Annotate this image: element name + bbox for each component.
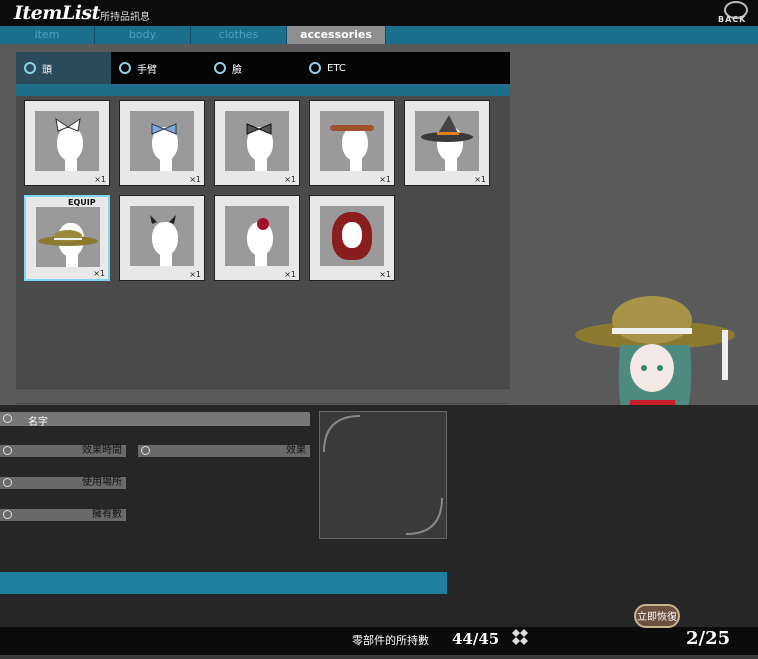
item-slot-red-hood[interactable]: ×1 xyxy=(309,195,395,281)
subtab-etc[interactable]: ETC xyxy=(301,52,396,84)
subtab-label: 臉 xyxy=(232,64,242,76)
item-slot-devil-horns[interactable]: ×1 xyxy=(119,195,205,281)
gear-icon xyxy=(24,62,36,74)
item-list-logo: ItemList xyxy=(14,2,100,24)
panel-stripe xyxy=(16,84,510,96)
item-count: ×1 xyxy=(379,270,391,279)
equipped-badge: EQUIP xyxy=(68,198,96,207)
diamond-icon xyxy=(512,629,528,645)
subtab-label: ETC xyxy=(327,62,346,74)
header-subtitle: 所持品訊息 xyxy=(100,12,150,23)
item-count: ×1 xyxy=(93,269,105,278)
red-flower-icon xyxy=(257,218,269,230)
subtab-label: 頭 xyxy=(42,64,52,76)
item-count: ×1 xyxy=(94,175,106,184)
subtab-arm[interactable]: 手臂 xyxy=(111,52,206,84)
item-slot-red-flower[interactable]: ×1 xyxy=(214,195,300,281)
gear-icon xyxy=(119,62,131,74)
parts-count-value: 44/45 xyxy=(452,630,500,648)
grid-scrollbar[interactable] xyxy=(16,388,510,403)
category-tabs: item body clothes accessories xyxy=(0,26,758,44)
tab-accessories[interactable]: accessories xyxy=(287,26,386,44)
name-bar-ornament xyxy=(0,413,22,425)
subcategory-tabs: 頭 手臂 臉 ETC xyxy=(16,52,510,84)
item-count: ×1 xyxy=(474,175,486,184)
subtab-head[interactable]: 頭 xyxy=(16,52,111,84)
name-label: 名字 xyxy=(28,417,48,428)
item-count: ×1 xyxy=(284,270,296,279)
braid-band-icon xyxy=(330,125,374,131)
footer-strip xyxy=(0,655,758,659)
spiral-icon xyxy=(3,510,12,519)
subtab-label: 手臂 xyxy=(137,64,157,76)
spiral-icon xyxy=(3,446,12,455)
subtab-face[interactable]: 臉 xyxy=(206,52,301,84)
witch-hat-icon xyxy=(421,115,473,142)
back-label: BACK xyxy=(718,15,747,24)
straw-hat-icon xyxy=(38,230,98,246)
message-bar xyxy=(0,572,447,594)
item-count: ×1 xyxy=(189,270,201,279)
tab-clothes[interactable]: clothes xyxy=(191,26,287,44)
item-slot-black-bow[interactable]: ×1 xyxy=(214,100,300,186)
item-count: ×1 xyxy=(379,175,391,184)
tab-item[interactable]: item xyxy=(0,26,95,44)
item-slot-witch-hat[interactable]: ×1 xyxy=(404,100,490,186)
spiral-icon xyxy=(3,414,12,423)
spiral-icon xyxy=(141,446,150,455)
use-place-label: 使用場所 xyxy=(0,477,126,489)
item-preview-frame xyxy=(319,411,447,539)
page-indicator: 2/25 xyxy=(686,628,731,649)
item-count: ×1 xyxy=(284,175,296,184)
item-slot-blue-bow[interactable]: ×1 xyxy=(119,100,205,186)
restore-now-button[interactable]: 立即恢復 xyxy=(634,604,680,628)
devil-horns-icon xyxy=(150,215,176,224)
parts-count-label: 零部件的所持數 xyxy=(352,634,429,647)
item-count: ×1 xyxy=(189,175,201,184)
gear-icon xyxy=(309,62,321,74)
gear-icon xyxy=(214,62,226,74)
item-slot-straw-hat[interactable]: EQUIP ×1 xyxy=(24,195,110,281)
blue-bow-icon xyxy=(151,123,177,135)
black-bow-icon xyxy=(246,123,272,135)
effect-label: 效果 xyxy=(138,445,310,457)
item-slot-white-ribbon[interactable]: ×1 xyxy=(24,100,110,186)
back-button[interactable]: BACK xyxy=(716,0,756,26)
owned-count-label: 擁有數 xyxy=(0,509,126,521)
ornament-frame-icon xyxy=(323,415,443,535)
item-slot-braid-band[interactable]: ×1 xyxy=(309,100,395,186)
spiral-icon xyxy=(3,478,12,487)
white-ribbon-icon xyxy=(55,117,81,132)
effect-time-label: 效果時間 xyxy=(0,445,126,457)
tab-body[interactable]: body xyxy=(95,26,191,44)
